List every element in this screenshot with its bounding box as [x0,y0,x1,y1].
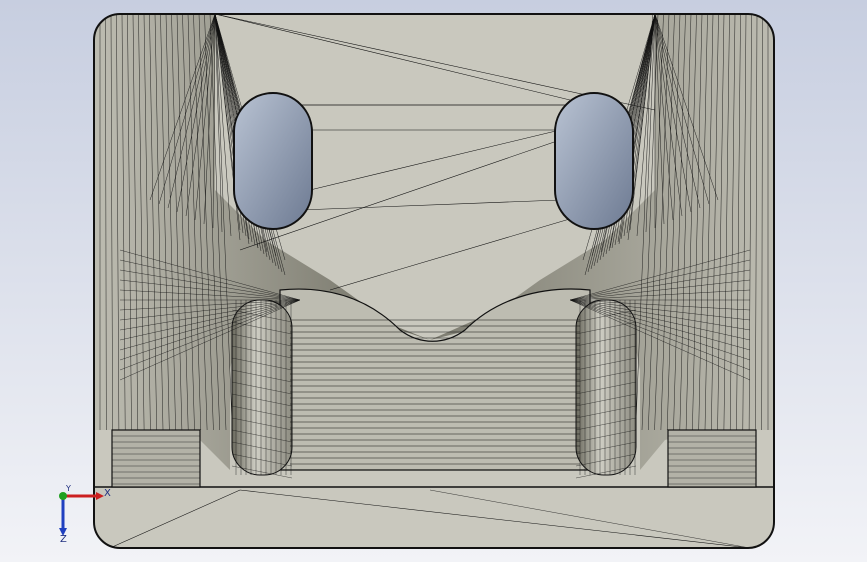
right-slot [554,92,634,230]
right-foot [667,429,757,488]
x-axis-label: X [104,488,111,499]
left-slot [233,92,313,230]
bottom-flange [94,486,774,548]
part-body [94,14,774,548]
z-axis-label: Z [60,534,67,545]
y-axis-label: Y [66,484,71,493]
model-view[interactable] [0,0,867,562]
left-foot [111,429,201,488]
graphics-viewport[interactable]: X Y Z [0,0,867,562]
